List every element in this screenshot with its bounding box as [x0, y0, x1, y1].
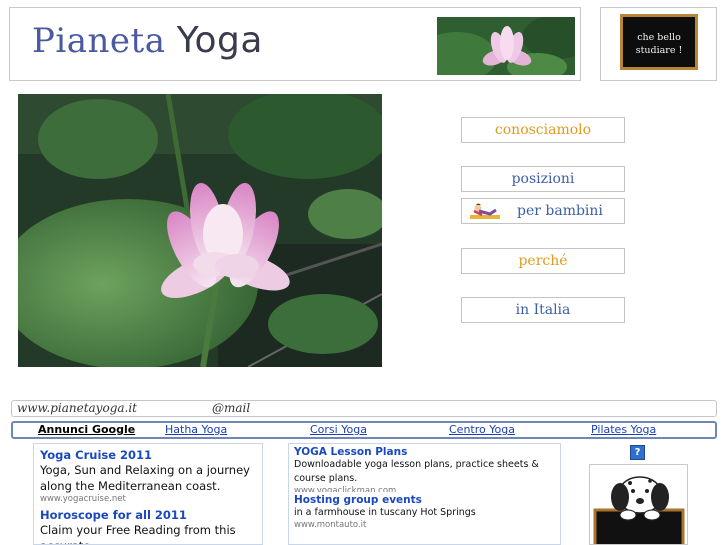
ad-body: Downloadable yoga lesson plans, practice… [294, 459, 539, 484]
mail-link[interactable]: @mail [212, 400, 250, 417]
board-line-2: studiare ! [635, 45, 683, 56]
lotus-photo [18, 94, 382, 367]
nav-per-bambini-label: per bambini [517, 203, 603, 219]
nav-posizioni-button[interactable]: posizioni [461, 166, 625, 192]
site-title-yoga: Yoga [176, 20, 263, 61]
child-yoga-icon [468, 202, 502, 220]
ad-column-left: Yoga Cruise 2011 Yoga, Sun and Relaxing … [33, 443, 263, 545]
site-title-pianeta: Pianeta [32, 21, 166, 61]
ad-title[interactable]: Horoscope for all 2011 [40, 508, 256, 522]
ad-column-middle: YOGA Lesson Plans Downloadable yoga less… [288, 443, 561, 545]
nav-per-bambini-button[interactable]: per bambini [461, 198, 625, 224]
ad-body: Yoga, Sun and Relaxing on a journey alon… [40, 463, 250, 493]
nav-in-italia-button[interactable]: in Italia [461, 297, 625, 323]
ad-url[interactable]: www.yogacruise.net [40, 494, 256, 504]
ad-link-hatha-yoga[interactable]: Hatha Yoga [165, 422, 227, 438]
ad-title[interactable]: Yoga Cruise 2011 [40, 448, 256, 462]
ad-link-pilates-yoga[interactable]: Pilates Yoga [591, 422, 656, 438]
ad-link-corsi-yoga[interactable]: Corsi Yoga [310, 422, 367, 438]
dalmatian-image[interactable] [589, 464, 688, 545]
help-icon[interactable]: ? [630, 445, 645, 460]
ad-url[interactable]: www.montauto.it [294, 520, 555, 530]
ad-title[interactable]: Hosting group events [294, 494, 555, 506]
site-title[interactable]: Pianeta Yoga [32, 20, 263, 61]
site-url-link[interactable]: www.pianetayoga.it [17, 400, 137, 417]
ad-url[interactable]: www.yogaclickman.com [294, 486, 555, 492]
board-line-1: che bello [637, 32, 681, 43]
chalkboard-link[interactable]: che bello studiare ! [620, 14, 698, 70]
ad-title[interactable]: YOGA Lesson Plans [294, 446, 555, 458]
ad-link-centro-yoga[interactable]: Centro Yoga [449, 422, 515, 438]
google-ads-label[interactable]: Annunci Google [38, 422, 135, 438]
ad-body: in a farmhouse in tuscany Hot Springs [294, 507, 476, 518]
ad-body: Claim your Free Reading from this accura… [40, 523, 236, 544]
nav-conosciamolo-button[interactable]: conosciamolo [461, 117, 625, 143]
header-lotus-image [437, 17, 575, 75]
nav-perche-button[interactable]: perché [461, 248, 625, 274]
